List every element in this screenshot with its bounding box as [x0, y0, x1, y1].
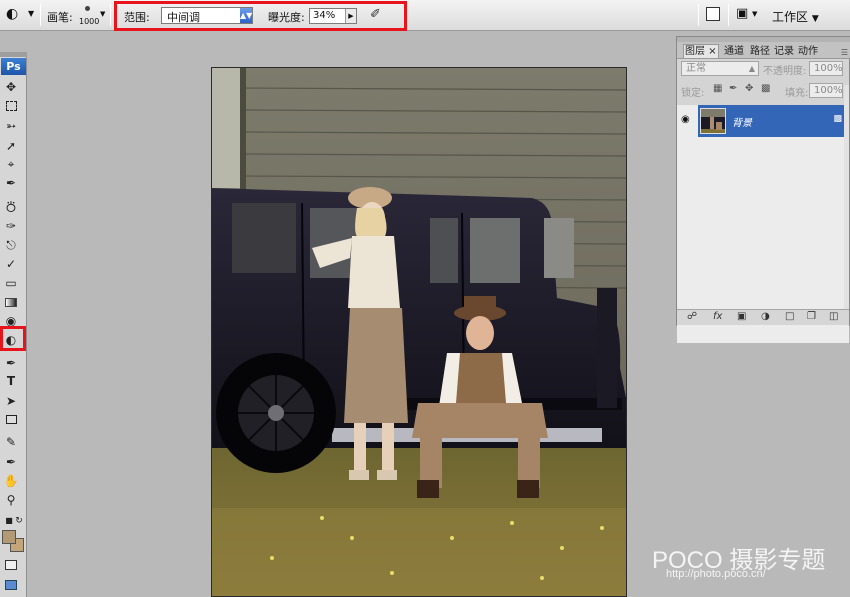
blend-mode-value: 正常	[686, 63, 706, 74]
lock-position-icon[interactable]: ✥	[745, 83, 753, 94]
tab-channels[interactable]: 通道	[723, 45, 745, 59]
fill-field[interactable]: 100%	[809, 83, 843, 98]
brush-preview[interactable]: 1000	[79, 2, 99, 28]
lasso-tool-icon[interactable]: ➳	[2, 118, 20, 134]
tool-preset-dropdown-icon[interactable]: ▼	[28, 9, 34, 18]
tab-paths[interactable]: 路径	[749, 45, 771, 59]
separator	[40, 4, 41, 26]
panel-footer: ☍ fx ▣ ◑ □ ❐ ◫	[677, 309, 849, 325]
crop-tool-icon[interactable]: ⌖	[2, 156, 20, 172]
quick-mask-icon[interactable]	[2, 558, 20, 574]
bridge-icon[interactable]: ▣	[736, 6, 748, 21]
notes-tool-icon[interactable]: ✎	[2, 434, 20, 450]
range-exposure-highlight	[114, 1, 407, 31]
layer-name: 背景	[732, 118, 752, 129]
toolbox-grip[interactable]	[0, 52, 27, 57]
swap-colors-icon[interactable]: ↻	[10, 513, 28, 529]
watermark-url: http://photo.poco.cn/	[666, 568, 766, 580]
workspace-label: 工作区	[772, 10, 809, 24]
healing-brush-tool-icon[interactable]: ⛣	[2, 199, 20, 215]
eyedropper-tool-icon[interactable]: ✒	[2, 454, 20, 470]
slice-tool-icon[interactable]: ✒	[2, 175, 20, 191]
panel-tab-bar: 图层 × 通道 路径 记录 动作 ☰	[677, 42, 850, 59]
screen-mode-icon[interactable]	[2, 578, 20, 594]
type-tool-icon[interactable]: T	[2, 373, 20, 389]
foreground-color-swatch[interactable]	[2, 530, 16, 544]
blend-mode-select[interactable]: 正常 ▲	[681, 61, 759, 76]
opacity-value: 100%	[814, 63, 843, 74]
layers-panel: 图层 × 通道 路径 记录 动作 ☰ 正常 ▲ 不透明度: 100% 锁定: ▦…	[676, 36, 850, 343]
tab-history[interactable]: 记录	[773, 45, 795, 59]
bridge-dropdown-icon[interactable]: ▼	[752, 10, 757, 18]
eraser-tool-icon[interactable]: ▭	[2, 275, 20, 291]
shape-tool-icon[interactable]	[2, 412, 20, 428]
select-arrows-icon: ▲	[748, 64, 755, 73]
brush-tool-icon[interactable]: ✑	[2, 218, 20, 234]
brush-dropdown-icon[interactable]: ▼	[100, 10, 105, 18]
tab-actions[interactable]: 动作	[797, 45, 819, 59]
layers-list: ◉ 背景 ▩	[677, 105, 849, 343]
layer-thumbnail	[700, 108, 726, 134]
history-brush-tool-icon[interactable]: ✓	[2, 256, 20, 272]
separator	[110, 4, 111, 26]
link-layers-icon[interactable]: ☍	[687, 311, 697, 322]
fill-label: 填充:	[785, 88, 809, 99]
gradient-tool-icon[interactable]	[2, 295, 20, 311]
palette-well-icon[interactable]	[706, 7, 720, 21]
tab-layers-label: 图层	[685, 46, 705, 57]
options-bar: ◐ ▼ 画笔: 1000 ▼ 范围: 中间调 ▲▼ 曝光度: 34% ▶ ✐ ▣…	[0, 0, 850, 31]
tab-layers[interactable]: 图层 ×	[683, 44, 719, 58]
brush-dot-icon	[85, 6, 90, 11]
move-tool-icon[interactable]: ✥	[2, 79, 20, 95]
quick-selection-tool-icon[interactable]: ➚	[2, 138, 20, 154]
lock-transparency-icon[interactable]: ▦	[713, 83, 722, 94]
tab-close-icon[interactable]: ×	[708, 46, 716, 57]
new-layer-icon[interactable]: ❐	[807, 311, 816, 322]
separator	[698, 4, 699, 26]
lock-image-icon[interactable]: ✒	[729, 83, 737, 94]
marquee-tool-icon[interactable]	[2, 99, 20, 115]
adjustment-layer-icon[interactable]: ◑	[761, 311, 770, 322]
pen-tool-icon[interactable]: ✒	[2, 355, 20, 371]
hand-tool-icon[interactable]: ✋	[2, 473, 20, 489]
delete-layer-icon[interactable]: ◫	[829, 311, 838, 322]
brush-size-value: 1000	[79, 17, 100, 26]
photo-image	[212, 68, 626, 596]
lock-icon: ▩	[833, 114, 842, 124]
chevron-down-icon: ▼	[811, 14, 819, 24]
clone-stamp-tool-icon[interactable]: ⎋	[2, 237, 20, 253]
panel-menu-icon[interactable]: ☰	[841, 48, 848, 57]
tool-preset-icon[interactable]: ◐	[6, 6, 18, 22]
separator	[728, 4, 729, 26]
fill-value: 100%	[814, 85, 843, 96]
lock-label: 锁定:	[681, 88, 705, 99]
brush-label: 画笔:	[47, 11, 73, 24]
path-selection-tool-icon[interactable]: ➤	[2, 393, 20, 409]
layer-style-fx-icon[interactable]: fx	[713, 311, 722, 322]
layer-mask-icon[interactable]: ▣	[737, 311, 746, 322]
zoom-tool-icon[interactable]: ⚲	[2, 492, 20, 508]
layer-row[interactable]: 背景 ▩	[698, 105, 848, 137]
lock-all-icon[interactable]: ▩	[761, 83, 770, 94]
eye-icon[interactable]: ◉	[681, 114, 690, 125]
toolbox: Ps ✥ ➳ ➚ ⌖ ✒ ⛣ ✑ ⎋ ✓ ▭ ◉ ◐ ✒ T ➤ ✎ ✒ ✋ ⚲…	[0, 52, 27, 597]
workspace-button[interactable]: 工作区 ▼	[772, 8, 819, 25]
opacity-field[interactable]: 100%	[809, 61, 843, 76]
ps-logo[interactable]: Ps	[1, 58, 26, 75]
panel-scrollbar[interactable]	[844, 85, 849, 309]
document-canvas[interactable]	[211, 67, 627, 597]
opacity-label: 不透明度:	[763, 66, 807, 77]
new-group-icon[interactable]: □	[785, 311, 794, 322]
dodge-tool-highlight	[0, 326, 26, 351]
